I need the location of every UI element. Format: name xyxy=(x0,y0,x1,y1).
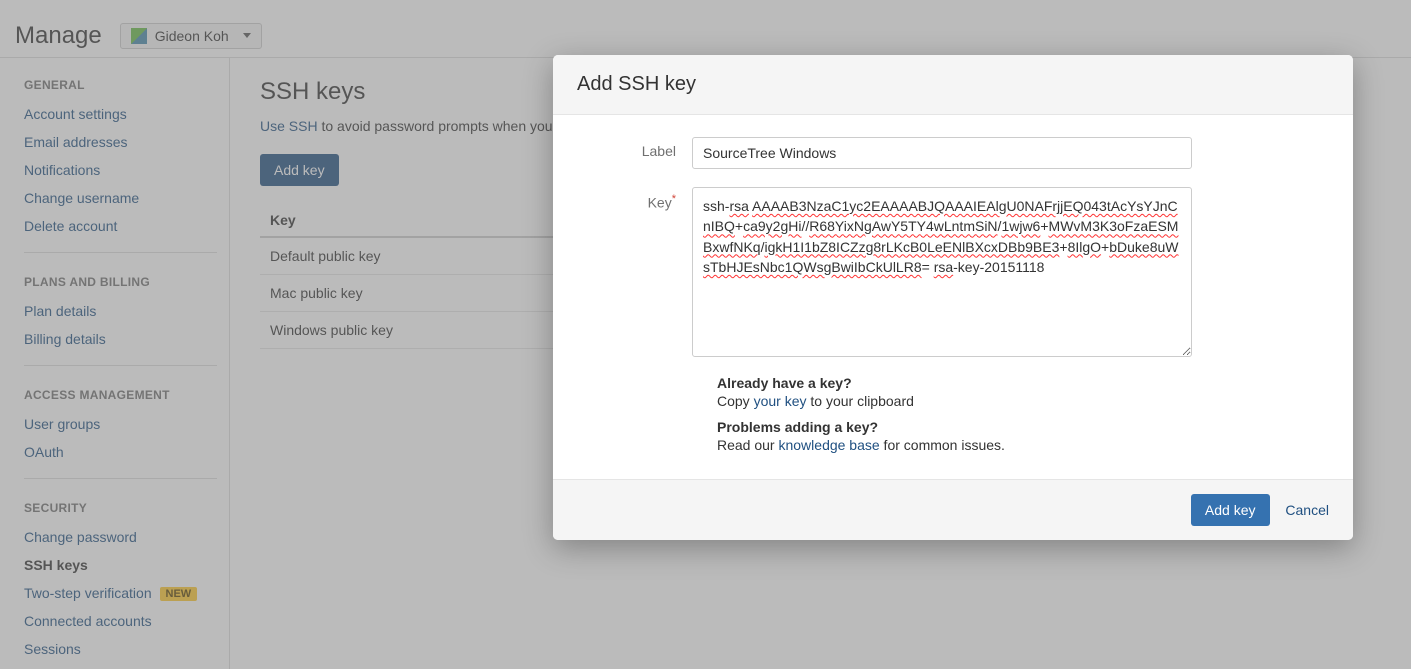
add-ssh-key-modal: Add SSH key Label Key* ssh-rsa AAAAB3Nza… xyxy=(553,55,1353,540)
modal-add-key-button[interactable]: Add key xyxy=(1191,494,1270,526)
modal-header: Add SSH key xyxy=(553,55,1353,115)
your-key-link[interactable]: your key xyxy=(754,393,807,409)
modal-cancel-button[interactable]: Cancel xyxy=(1281,494,1333,526)
hint-already-title: Already have a key? xyxy=(717,375,1329,391)
knowledge-base-link[interactable]: knowledge base xyxy=(778,437,879,453)
label-field-label: Label xyxy=(577,137,692,169)
hint-problems-text: Read our knowledge base for common issue… xyxy=(717,437,1329,453)
key-textarea[interactable]: ssh-rsa AAAAB3NzaC1yc2EAAAABJQAAAIEAlgU0… xyxy=(692,187,1192,357)
key-field-label: Key* xyxy=(577,187,692,357)
label-input[interactable] xyxy=(692,137,1192,169)
hint-already-text: Copy your key to your clipboard xyxy=(717,393,1329,409)
hint-problems-title: Problems adding a key? xyxy=(717,419,1329,435)
modal-title: Add SSH key xyxy=(577,73,1329,96)
